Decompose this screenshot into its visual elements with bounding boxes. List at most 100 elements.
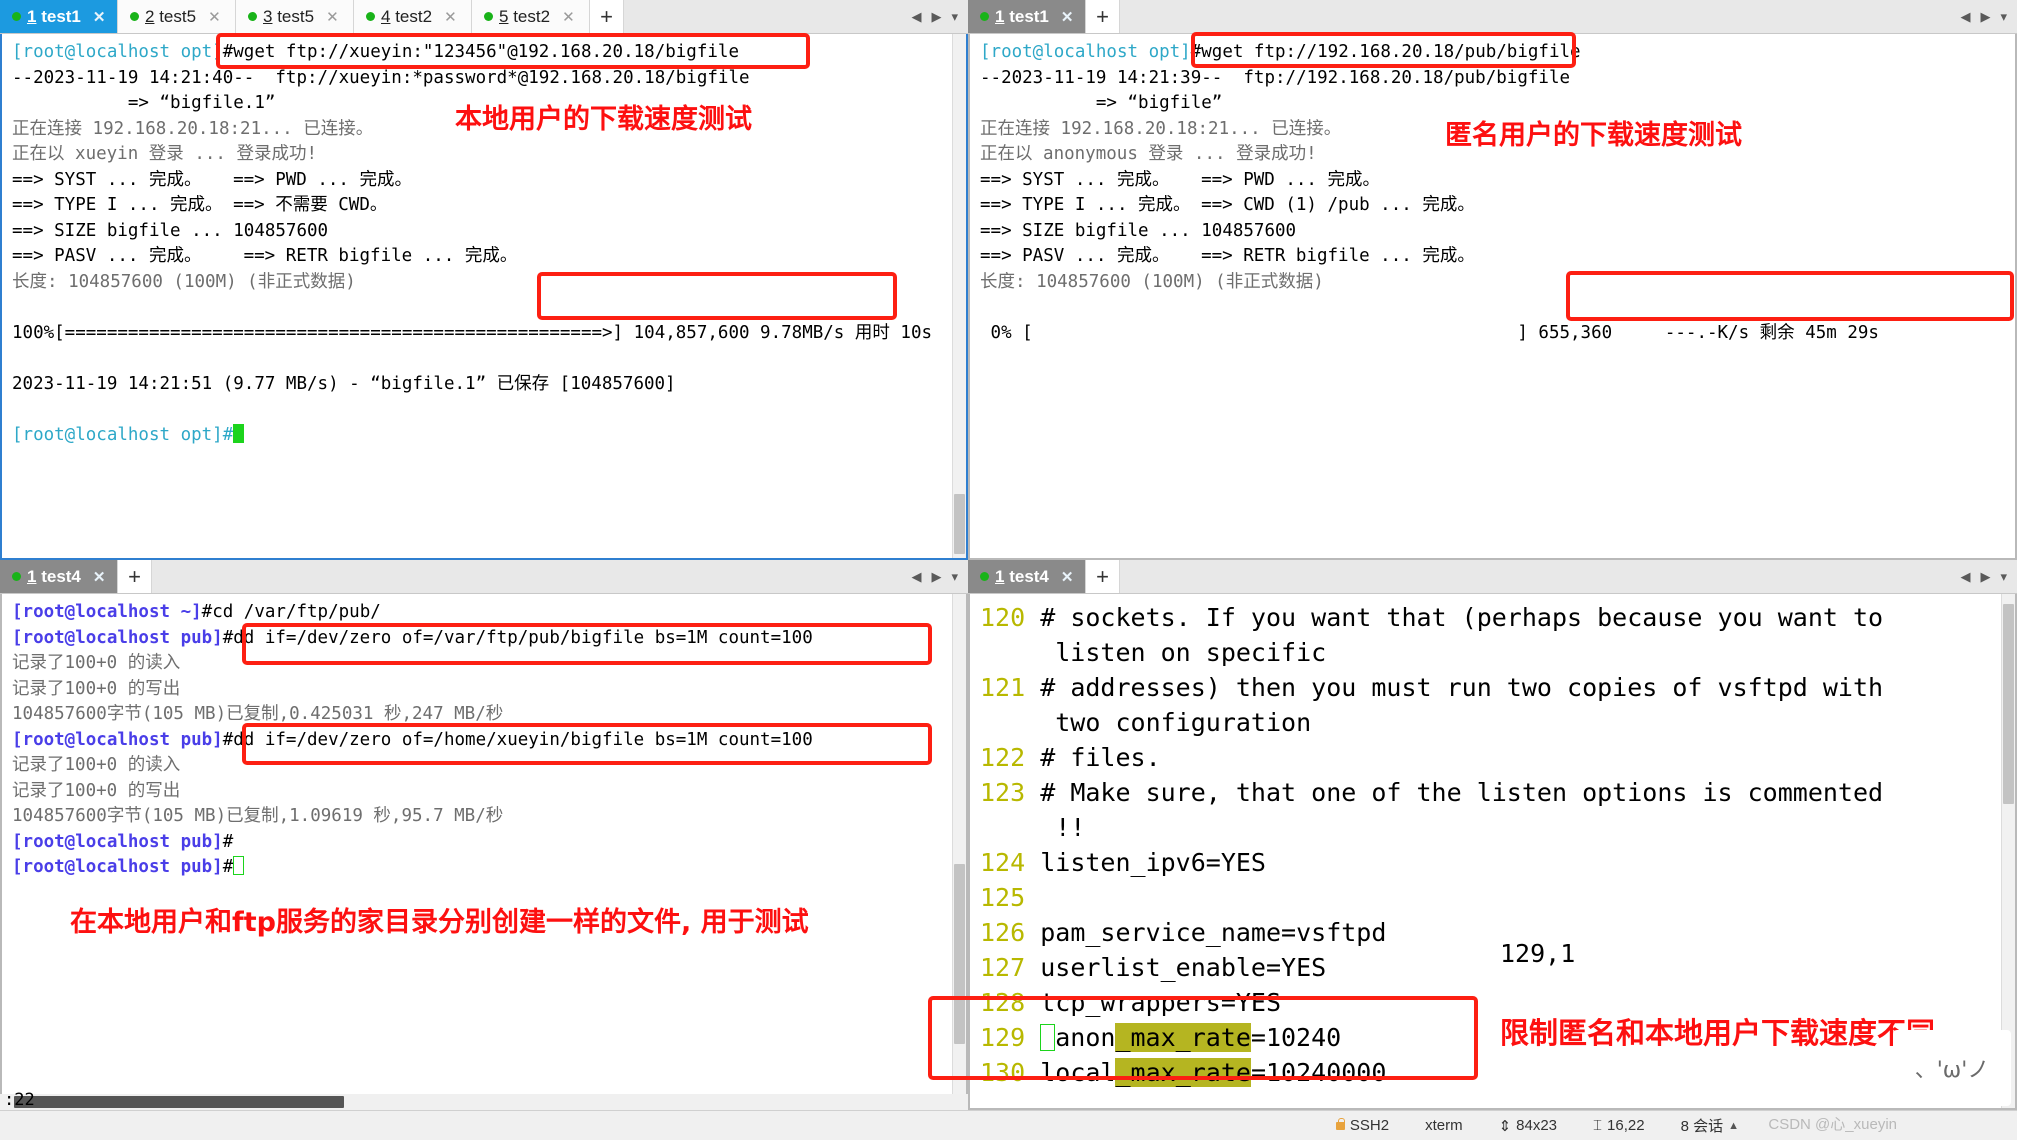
new-tab-button[interactable]: + xyxy=(118,560,152,593)
application-window: 1 test1 ✕ 2 test5 ✕ 3 test5 ✕ 4 test2 ✕ … xyxy=(0,0,2017,1140)
status-sessions[interactable]: 8 会话 ▲ xyxy=(1663,1115,1757,1136)
terminal-line: ==> PASV ... 完成。 ==> RETR bigfile ... 完成… xyxy=(980,246,1475,266)
shell-prompt-final: [root@localhost opt]# xyxy=(12,424,234,445)
status-bar: SSH2 xterm ⇕ 84x23 ⌶ 16,22 8 会话 ▲ xyxy=(0,1110,2017,1140)
close-icon[interactable]: ✕ xyxy=(93,568,106,586)
scrollbar-thumb[interactable] xyxy=(2003,604,2014,804)
shell-prompt: [root@localhost pub] xyxy=(12,627,223,648)
kaomoji-sticker: 、'ω'ノ xyxy=(1893,1030,2011,1106)
shell-prompt: [root@localhost ~] xyxy=(12,602,202,622)
tab-scroll-left-icon[interactable]: ◀ xyxy=(1960,569,1970,585)
tab-menu-icon[interactable]: ▾ xyxy=(951,569,958,585)
close-icon[interactable]: ✕ xyxy=(326,8,339,26)
tabstrip-top-left: 1 test1 ✕ 2 test5 ✕ 3 test5 ✕ 4 test2 ✕ … xyxy=(0,0,968,34)
close-icon[interactable]: ✕ xyxy=(208,8,221,26)
tab-test5-3[interactable]: 3 test5 ✕ xyxy=(236,0,354,33)
annotation-text-anon-test: 匿名用户的下载速度测试 xyxy=(1445,120,1742,151)
chevron-up-icon[interactable]: ▲ xyxy=(1728,1120,1739,1132)
vim-line-text: userlist_enable=YES xyxy=(1040,953,1327,982)
vim-line-text-anon-max-rate: anon_max_rate=10240 xyxy=(1055,1023,1342,1052)
tabstrip-spacer xyxy=(624,0,902,33)
tabstrip-top-right: 1 test1 ✕ + ◀ ▶ ▾ xyxy=(968,0,2017,34)
status-terminal-type: xterm xyxy=(1407,1117,1481,1134)
shell-prompt: [root@localhost opt] xyxy=(12,42,223,62)
tab-scroll-right-icon[interactable]: ▶ xyxy=(931,9,941,25)
tab-scroll-left-icon[interactable]: ◀ xyxy=(911,9,921,25)
vim-line-text: # files. xyxy=(1040,743,1161,772)
tab-test1-1[interactable]: 1 test1 ✕ xyxy=(0,0,118,33)
tab-menu-icon[interactable]: ▾ xyxy=(2000,9,2007,25)
tab-scroll-right-icon[interactable]: ▶ xyxy=(1980,9,1990,25)
annotation-text-create-files: 在本地用户和ftp服务的家目录分别创建一样的文件, 用于测试 xyxy=(70,907,809,938)
close-icon[interactable]: ✕ xyxy=(562,8,575,26)
terminal-line: ==> SYST ... 完成。 ==> PWD ... 完成。 xyxy=(980,169,1381,190)
close-icon[interactable]: ✕ xyxy=(1061,8,1074,26)
tabstrip-bottom-left: 1 test4 ✕ + ◀ ▶ ▾ xyxy=(0,560,968,594)
status-ssh: SSH2 xyxy=(1318,1117,1407,1134)
status-dot-icon xyxy=(366,12,375,21)
close-icon[interactable]: ✕ xyxy=(93,8,106,26)
tab-menu-icon[interactable]: ▾ xyxy=(2000,569,2007,585)
tabstrip-spacer xyxy=(1120,560,1951,593)
terminal-line: 记录了100+0 的读入 xyxy=(12,653,181,673)
terminal-scrollbar-bottom-left[interactable] xyxy=(952,594,966,1108)
terminal-line: 正在连接 192.168.20.18:21... 已连接。 xyxy=(980,118,1342,139)
terminal-progress-line: 0% [ ] 655,360 ---.-K/s 剩余 45m 29s xyxy=(980,322,1879,343)
cursor-label: 16,22 xyxy=(1607,1117,1645,1134)
tab-scroll-left-icon[interactable]: ◀ xyxy=(1960,9,1970,25)
scrollbar-thumb[interactable] xyxy=(954,864,965,1044)
vim-line-number: 129 xyxy=(980,1023,1026,1052)
status-dot-icon xyxy=(484,12,493,21)
annotation-text-local-test: 本地用户的下载速度测试 xyxy=(455,104,752,135)
status-dot-icon xyxy=(130,12,139,21)
terminal-bottom-left[interactable]: [root@localhost ~]#cd /var/ftp/pub/ [roo… xyxy=(0,594,968,1110)
tab-scroll-right-icon[interactable]: ▶ xyxy=(1980,569,1990,585)
tabstrip-nav: ◀ ▶ ▾ xyxy=(1950,0,2017,33)
tab-test4-right[interactable]: 1 test4 ✕ xyxy=(968,560,1086,593)
vim-line-number: 130 xyxy=(980,1058,1026,1087)
tabstrip-nav: ◀ ▶ ▾ xyxy=(901,560,968,593)
vim-line-text: listen on specific xyxy=(1025,638,1327,667)
tab-label: 1 test1 xyxy=(27,6,81,26)
vim-line-text: pam_service_name=vsftpd xyxy=(1040,918,1387,947)
tab-test1-right[interactable]: 1 test1 ✕ xyxy=(968,0,1086,33)
close-icon[interactable]: ✕ xyxy=(444,8,457,26)
pane-bottom-left: 1 test4 ✕ + ◀ ▶ ▾ [root@localhost ~]#cd … xyxy=(0,560,968,1110)
terminal-line: => “bigfile.1” xyxy=(12,93,276,113)
size-label: 84x23 xyxy=(1516,1117,1558,1134)
pane-top-left: 1 test1 ✕ 2 test5 ✕ 3 test5 ✕ 4 test2 ✕ … xyxy=(0,0,968,560)
status-dot-icon xyxy=(980,12,989,21)
vim-line-text: # sockets. If you want that (perhaps bec… xyxy=(1040,603,1884,632)
terminal-line: 记录了100+0 的写出 xyxy=(12,678,181,699)
horizontal-scrollbar-bottom-left[interactable] xyxy=(0,1094,968,1110)
status-size: ⇕ 84x23 xyxy=(1481,1117,1575,1135)
tab-test5-2[interactable]: 2 test5 ✕ xyxy=(118,0,236,33)
terminal-line: ==> PASV ... 完成。 ==> RETR bigfile ... 完成… xyxy=(12,246,518,266)
tab-test2-5[interactable]: 5 test2 ✕ xyxy=(472,0,590,33)
tab-menu-icon[interactable]: ▾ xyxy=(951,9,958,25)
vim-search-highlight: _max_rate xyxy=(1115,1023,1251,1052)
terminal-line: 长度: 104857600 (100M) (非正式数据) xyxy=(980,271,1324,292)
tab-test2-4[interactable]: 4 test2 ✕ xyxy=(354,0,472,33)
terminal-scrollbar-top-left[interactable] xyxy=(952,34,966,558)
terminal-line: 正在以 xueyin 登录 ... 登录成功! xyxy=(12,144,318,164)
tab-test4-left[interactable]: 1 test4 ✕ xyxy=(0,560,118,593)
scrollbar-thumb[interactable] xyxy=(954,494,965,554)
vim-line-text: # addresses) then you must run two copie… xyxy=(1040,673,1884,702)
new-tab-button[interactable]: + xyxy=(1086,560,1120,593)
tab-scroll-right-icon[interactable]: ▶ xyxy=(931,569,941,585)
terminal-line: ==> SIZE bigfile ... 104857600 xyxy=(12,220,329,241)
scrollbar-thumb[interactable] xyxy=(14,1096,344,1108)
terminal-output-bottom-left: [root@localhost ~]#cd /var/ftp/pub/ [roo… xyxy=(2,594,966,1108)
new-tab-button[interactable]: + xyxy=(1086,0,1120,33)
terminal-line: 104857600字节(105 MB)已复制,0.425031 秒,247 MB… xyxy=(12,704,504,724)
tab-scroll-left-icon[interactable]: ◀ xyxy=(911,569,921,585)
tabstrip-nav: ◀ ▶ ▾ xyxy=(1950,560,2017,593)
close-icon[interactable]: ✕ xyxy=(1061,568,1074,586)
vim-line-number: 123 xyxy=(980,778,1026,807)
new-tab-button[interactable]: + xyxy=(590,0,624,33)
tabstrip-spacer xyxy=(1120,0,1951,33)
shell-command: #wget ftp://192.168.20.18/pub/bigfile xyxy=(1190,42,1581,62)
tabstrip-spacer xyxy=(152,560,902,593)
vim-line-text: tcp_wrappers=YES xyxy=(1040,988,1282,1017)
